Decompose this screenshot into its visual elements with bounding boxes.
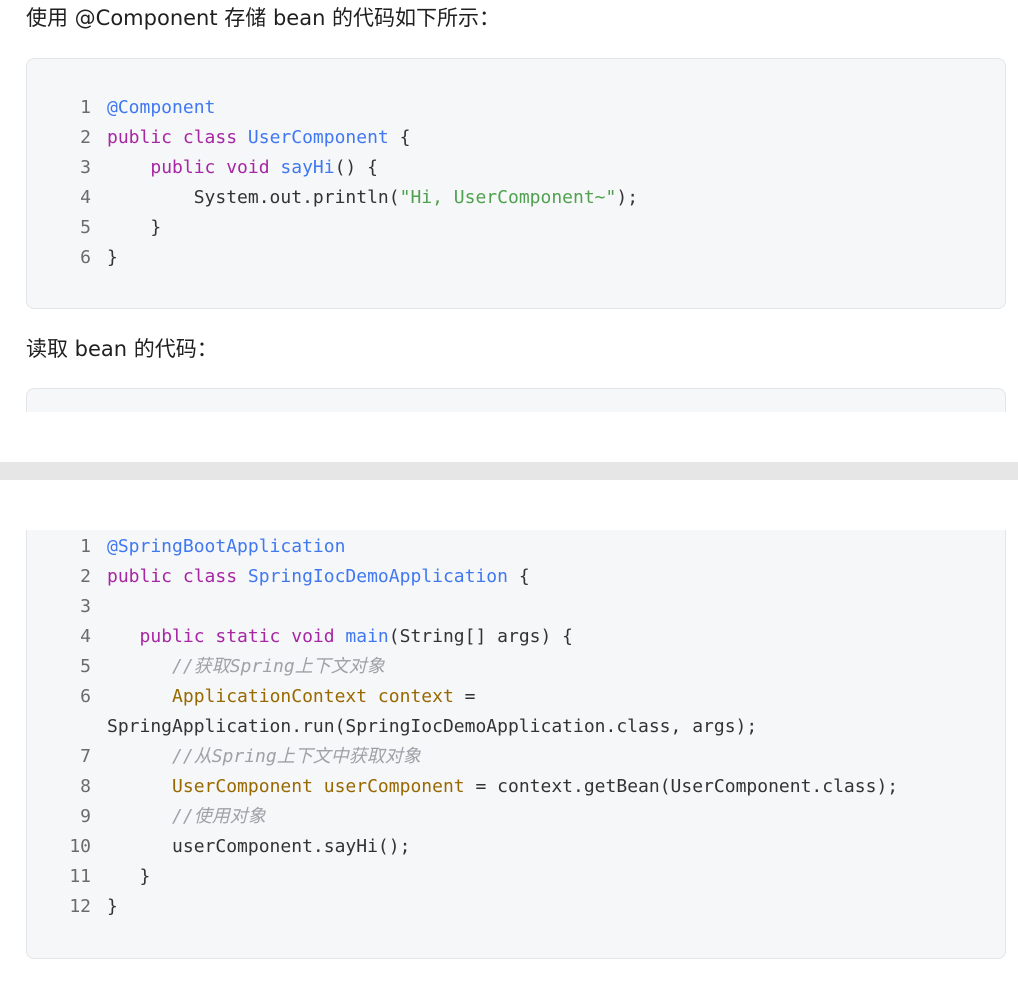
line-number: 11 — [69, 866, 91, 887]
line-number: 5 — [80, 217, 91, 238]
code-wrapped-text: SpringApplication.run(SpringIocDemoAppli… — [107, 716, 758, 737]
code-token: } — [107, 217, 162, 238]
code-token: public class — [107, 566, 248, 587]
line-number: 4 — [80, 626, 91, 647]
code-token: = — [453, 686, 476, 707]
code-text: @Component — [107, 93, 215, 123]
code-token: @Component — [107, 97, 216, 118]
code-token: @SpringBootApplication — [107, 536, 346, 557]
line-number: 12 — [69, 896, 91, 917]
page-divider — [0, 462, 1018, 480]
code-token: //获取Spring上下文对象 — [172, 656, 385, 677]
line-number: 6 — [80, 686, 91, 707]
code-token: System.out.println( — [107, 187, 400, 208]
code-token: //使用对象 — [172, 806, 266, 827]
code-token: (String[] args) { — [388, 626, 574, 647]
line-number: 3 — [80, 157, 91, 178]
read-bean-paragraph: 读取 bean 的代码： — [26, 337, 218, 361]
code-text: System.out.println("Hi, UserComponent~")… — [107, 183, 638, 213]
code-block-component[interactable]: 1 @Component 2 public class UserComponent {… — [26, 58, 1006, 309]
line-number: 5 — [80, 656, 91, 677]
code-token: ); — [616, 187, 639, 208]
line-number: 7 — [80, 746, 91, 767]
code-token: public static void — [139, 626, 346, 647]
code-text: //使用对象 — [107, 802, 266, 832]
code-token: "Hi, UserComponent~" — [399, 187, 617, 208]
code-token: main — [345, 626, 389, 647]
line-number: 6 — [80, 247, 91, 268]
code-token: //从Spring上下文中获取对象 — [172, 746, 421, 767]
code-token: SpringIocDemoApplication — [247, 566, 508, 587]
code-text: } — [107, 243, 118, 273]
code-text: UserComponent userComponent = context.ge… — [107, 772, 898, 802]
code-token: sayHi — [280, 157, 335, 178]
code-token: { — [507, 566, 530, 587]
code-text: ApplicationContext context = — [107, 682, 475, 712]
line-number: 2 — [80, 566, 91, 587]
code-token: UserComponent userComponent — [172, 776, 465, 797]
line-number: 1 — [80, 97, 91, 118]
line-number: 8 — [80, 776, 91, 797]
code-token: } — [107, 866, 151, 887]
line-number: 9 — [80, 806, 91, 827]
code-token: = context.getBean(UserComponent.class); — [464, 776, 899, 797]
line-number: 3 — [80, 596, 91, 617]
code-text: //获取Spring上下文对象 — [107, 652, 385, 682]
code-text: @SpringBootApplication — [107, 532, 345, 562]
code-token: UserComponent — [247, 127, 389, 148]
code-text: public class UserComponent { — [107, 123, 410, 153]
code-token: ApplicationContext context — [172, 686, 454, 707]
intro-paragraph: 使用 @Component 存储 bean 的代码如下所示： — [26, 6, 501, 30]
code-token: } — [107, 247, 118, 268]
code-token: { — [388, 127, 411, 148]
line-number: 10 — [69, 836, 91, 857]
code-text: public static void main(String[] args) { — [107, 622, 574, 652]
code-text: } — [107, 892, 118, 922]
code-text: userComponent.sayHi(); — [107, 832, 410, 862]
code-token: public void — [150, 157, 281, 178]
line-number: 1 — [80, 536, 91, 557]
line-number: 2 — [80, 127, 91, 148]
code-text: } — [107, 213, 161, 243]
line-number: 4 — [80, 187, 91, 208]
code-text: public class SpringIocDemoApplication { — [107, 562, 530, 592]
code-text: } — [107, 862, 151, 892]
code-token: () { — [334, 157, 378, 178]
code-text: //从Spring上下文中获取对象 — [107, 742, 421, 772]
code-token: userComponent.sayHi(); — [107, 836, 411, 857]
code-token: public class — [107, 127, 248, 148]
code-token: } — [107, 896, 118, 917]
code-text: public void sayHi() { — [107, 153, 378, 183]
